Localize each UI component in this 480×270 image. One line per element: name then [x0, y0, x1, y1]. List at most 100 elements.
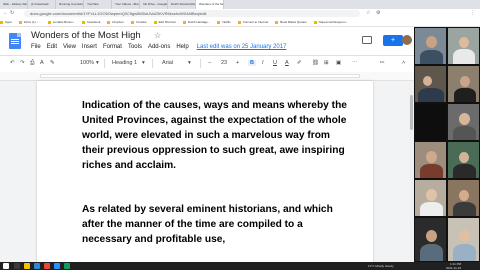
- heading-paragraph-2[interactable]: As related by several eminent historians…: [82, 202, 354, 247]
- browser-tab[interactable]: Wonders of the Most High: [196, 0, 224, 9]
- participant-video-tile[interactable]: [447, 179, 480, 217]
- browser-tab[interactable]: Dutch Revival (Reformation) ...: [168, 0, 196, 9]
- insert-comment-icon[interactable]: ⊞: [324, 60, 329, 66]
- style-chevron-icon[interactable]: ▾: [142, 60, 145, 66]
- weather-status[interactable]: 11°C Mostly cloudy: [368, 265, 394, 268]
- participant-video-tile[interactable]: [447, 27, 480, 65]
- extensions-icon[interactable]: ⚙: [376, 10, 380, 16]
- docs-menubar: File Edit View Insert Format Tools Add-o…: [31, 44, 292, 50]
- bookmark-item[interactable]: Nopexmoir/Gospel s...: [314, 18, 349, 26]
- zoom-app-icon[interactable]: [54, 263, 60, 269]
- italic-button[interactable]: I: [262, 60, 264, 66]
- bookmark-item[interactable]: Netflix: [217, 18, 230, 26]
- link-icon[interactable]: ⛓: [312, 60, 319, 66]
- ruler-margin-area: [40, 74, 360, 78]
- menu-help[interactable]: Help: [176, 44, 188, 50]
- bookmark-item[interactable]: Apps: [0, 18, 12, 26]
- browser-tab[interactable]: Running Cup Edna Made Her Pr...: [56, 0, 84, 9]
- bookmark-item[interactable]: Lovable Bonus...: [48, 18, 75, 26]
- zoom-select[interactable]: 100%: [80, 60, 94, 66]
- participant-video-tile[interactable]: [447, 141, 480, 179]
- bookmark-item[interactable]: Facebook: [82, 18, 100, 26]
- style-select[interactable]: Heading 1: [112, 60, 137, 66]
- menu-edit[interactable]: Edit: [47, 44, 57, 50]
- url-input[interactable]: docs.google.com/document/d/1YFvLL1GO5Owp…: [24, 10, 360, 17]
- browser-tab[interactable]: (1) Facebook: [28, 0, 56, 9]
- browser-tab-label: Dutch Revival (Reformation) ...: [171, 2, 196, 6]
- browser-tab[interactable]: YouTube: [84, 0, 112, 9]
- back-icon[interactable]: ←: [3, 10, 8, 16]
- print-icon[interactable]: ⎙: [30, 60, 34, 67]
- spellcheck-icon[interactable]: A: [40, 60, 44, 66]
- menu-format[interactable]: Format: [103, 44, 122, 50]
- font-select[interactable]: Arial: [162, 60, 173, 66]
- font-size-increase-icon[interactable]: +: [236, 60, 239, 66]
- start-icon[interactable]: [3, 263, 9, 269]
- os-taskbar: 11°C Mostly cloudy 1:21 PM 2021-11-16: [0, 262, 480, 270]
- bookmark-item[interactable]: Dropbox: [107, 18, 123, 26]
- participant-video-tile[interactable]: [414, 103, 447, 141]
- docs-logo-lines: [11, 39, 19, 40]
- browser-tab[interactable]: Ink Drive - Google Drive: [140, 0, 168, 9]
- redo-icon[interactable]: ↷: [20, 60, 25, 66]
- chrome-icon[interactable]: [44, 263, 50, 269]
- video-call-gallery: [414, 27, 480, 262]
- editing-mode-icon[interactable]: ✏: [380, 60, 385, 66]
- underline-button[interactable]: U: [273, 60, 277, 66]
- taskbar-app-icon[interactable]: [64, 263, 70, 269]
- participant-video-tile[interactable]: [414, 65, 447, 103]
- font-size-input[interactable]: 23: [221, 60, 227, 66]
- font-chevron-icon[interactable]: ▾: [188, 60, 191, 66]
- bookmark-item[interactable]: Edit Shortcut: [154, 18, 176, 26]
- heading-paragraph-1[interactable]: Indication of the causes, ways and means…: [82, 98, 354, 173]
- comment-icon[interactable]: [362, 36, 372, 44]
- last-edit-link[interactable]: Last edit was on 25 January 2017: [197, 44, 287, 50]
- search-icon[interactable]: [14, 263, 20, 269]
- scrollbar-thumb[interactable]: [410, 95, 413, 130]
- undo-icon[interactable]: ↶: [10, 60, 15, 66]
- document-title[interactable]: Wonders of the Most High: [31, 30, 141, 41]
- toolbar-divider: [104, 59, 105, 68]
- paint-format-icon[interactable]: ✎: [50, 60, 55, 66]
- bookmark-item[interactable]: Connect to Internet: [238, 18, 269, 26]
- bold-button[interactable]: B: [248, 60, 256, 66]
- browser-tab[interactable]: Your Videos - Brodang's Show...: [112, 0, 140, 9]
- avatar[interactable]: [402, 35, 412, 45]
- browser-tab-label: Wonders of the Most High: [199, 2, 224, 6]
- bookmark-item[interactable]: Youtube: [131, 18, 147, 26]
- browser-tab-label: Running Cup Edna Made Her Pr...: [59, 2, 84, 6]
- more-options-icon[interactable]: ⋯: [352, 60, 358, 66]
- star-icon[interactable]: ☆: [154, 31, 161, 40]
- participant-video-tile[interactable]: [414, 141, 447, 179]
- share-button[interactable]: +: [383, 35, 403, 46]
- bookmark-item[interactable]: Book Mates Quotes: [275, 18, 306, 26]
- menu-addons[interactable]: Add-ons: [148, 44, 170, 50]
- toolbar-divider: [200, 59, 201, 68]
- participant-video-tile[interactable]: [447, 65, 480, 103]
- font-size-decrease-icon[interactable]: −: [208, 60, 211, 66]
- file-explorer-icon[interactable]: [24, 263, 30, 269]
- docs-logo-icon[interactable]: [9, 33, 21, 49]
- refresh-icon[interactable]: ↻: [10, 10, 14, 16]
- zoom-chevron-icon[interactable]: ▾: [96, 60, 99, 66]
- participant-video-tile[interactable]: [447, 217, 480, 262]
- highlight-icon[interactable]: ✐: [297, 60, 302, 66]
- insert-image-icon[interactable]: ▣: [336, 60, 341, 66]
- menu-view[interactable]: View: [63, 44, 76, 50]
- menu-file[interactable]: File: [31, 44, 41, 50]
- collapse-menu-icon[interactable]: ˄: [402, 60, 405, 66]
- participant-video-tile[interactable]: [414, 217, 447, 262]
- text-color-button[interactable]: A: [285, 60, 289, 66]
- browser-tab-strip: Web - Hickory Wednesd...(1) Facebook Runn…: [0, 0, 480, 9]
- menu-tools[interactable]: Tools: [128, 44, 142, 50]
- menu-insert[interactable]: Insert: [82, 44, 97, 50]
- participant-video-tile[interactable]: [447, 103, 480, 141]
- bookmark-item[interactable]: Inbox (1) - ...: [19, 18, 41, 26]
- taskbar-app-icon[interactable]: [34, 263, 40, 269]
- bookmark-star-icon[interactable]: ☆: [366, 10, 370, 16]
- bookmark-item[interactable]: Dutch Heritage...: [183, 18, 211, 26]
- participant-video-tile[interactable]: [414, 179, 447, 217]
- browser-menu-icon[interactable]: ⋮: [470, 10, 475, 16]
- participant-video-tile[interactable]: [414, 27, 447, 65]
- browser-tab[interactable]: Web - Hickory Wednesd...: [0, 0, 28, 9]
